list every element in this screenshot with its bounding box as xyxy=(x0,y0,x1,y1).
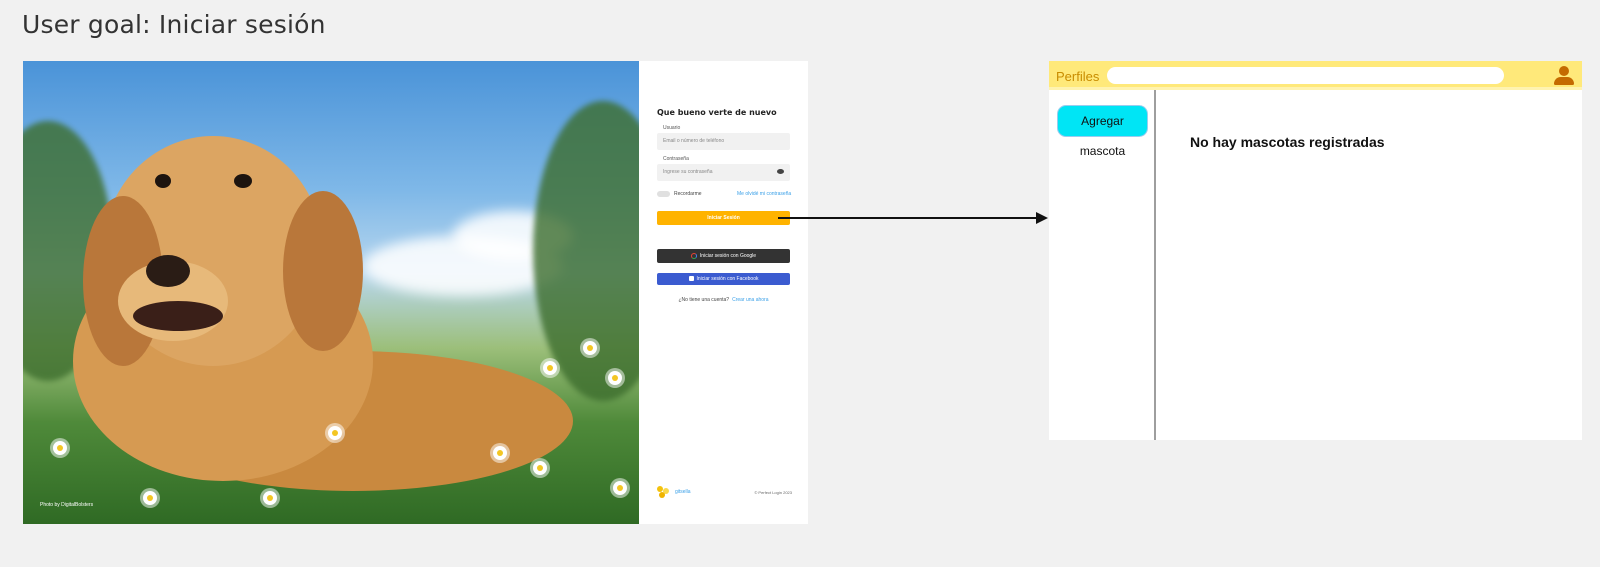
password-field[interactable]: Ingrese su contraseña xyxy=(657,164,790,181)
add-pet-button[interactable]: Agregar mascota xyxy=(1057,105,1148,158)
user-icon[interactable] xyxy=(1554,66,1574,86)
empty-state-message: No hay mascotas registradas xyxy=(1190,134,1385,150)
logo-icon xyxy=(657,486,671,498)
brand-name: gitsella xyxy=(675,489,691,495)
photo-credit: Photo by DigitalBolsters xyxy=(40,502,94,508)
password-placeholder: Ingrese su contraseña xyxy=(663,169,713,175)
dog-illustration xyxy=(73,136,573,491)
page-title: User goal: Iniciar sesión xyxy=(22,10,326,39)
facebook-button-label: Iniciar sesión con Facebook xyxy=(696,276,759,282)
no-account-text: ¿No tiene una cuenta? xyxy=(678,297,730,303)
user-label: Usuario xyxy=(663,125,681,131)
brand: gitsella xyxy=(657,486,691,498)
password-label: Contraseña xyxy=(663,156,689,162)
login-screen: Photo by DigitalBolsters Que bueno verte… xyxy=(23,61,808,524)
create-account-link[interactable]: Crear una ahora xyxy=(732,297,768,303)
forgot-password-link[interactable]: Me olvidé mi contraseña xyxy=(737,191,791,197)
profiles-title: Perfiles xyxy=(1056,69,1100,84)
user-field[interactable]: Email o número de teléfono xyxy=(657,133,790,150)
dog-photo: Photo by DigitalBolsters xyxy=(23,61,639,524)
remember-toggle[interactable] xyxy=(657,191,670,197)
facebook-icon xyxy=(688,276,694,282)
eye-icon[interactable] xyxy=(777,169,784,174)
login-button[interactable]: Iniciar Sesión xyxy=(657,211,790,225)
login-title: Que bueno verte de nuevo xyxy=(657,108,777,117)
top-bar: Perfiles xyxy=(1049,61,1582,90)
google-button-label: Iniciar sesión con Google xyxy=(699,253,757,259)
profiles-screen: Perfiles Agregar mascota No hay mascotas… xyxy=(1049,61,1582,440)
user-placeholder: Email o número de teléfono xyxy=(663,138,725,144)
copyright: © Perfect Login 2023 xyxy=(754,490,792,495)
facebook-login-button[interactable]: Iniciar sesión con Facebook xyxy=(657,273,790,285)
no-account-row: ¿No tiene una cuenta? Crear una ahora xyxy=(639,297,808,303)
arrow-head-icon xyxy=(1036,212,1048,224)
search-input[interactable] xyxy=(1107,67,1504,84)
google-login-button[interactable]: Iniciar sesión con Google xyxy=(657,249,790,263)
remember-label: Recordarme xyxy=(674,191,702,197)
google-icon xyxy=(690,252,697,259)
sidebar: Agregar mascota xyxy=(1049,90,1156,440)
login-form: Que bueno verte de nuevo Usuario Email o… xyxy=(639,61,808,524)
